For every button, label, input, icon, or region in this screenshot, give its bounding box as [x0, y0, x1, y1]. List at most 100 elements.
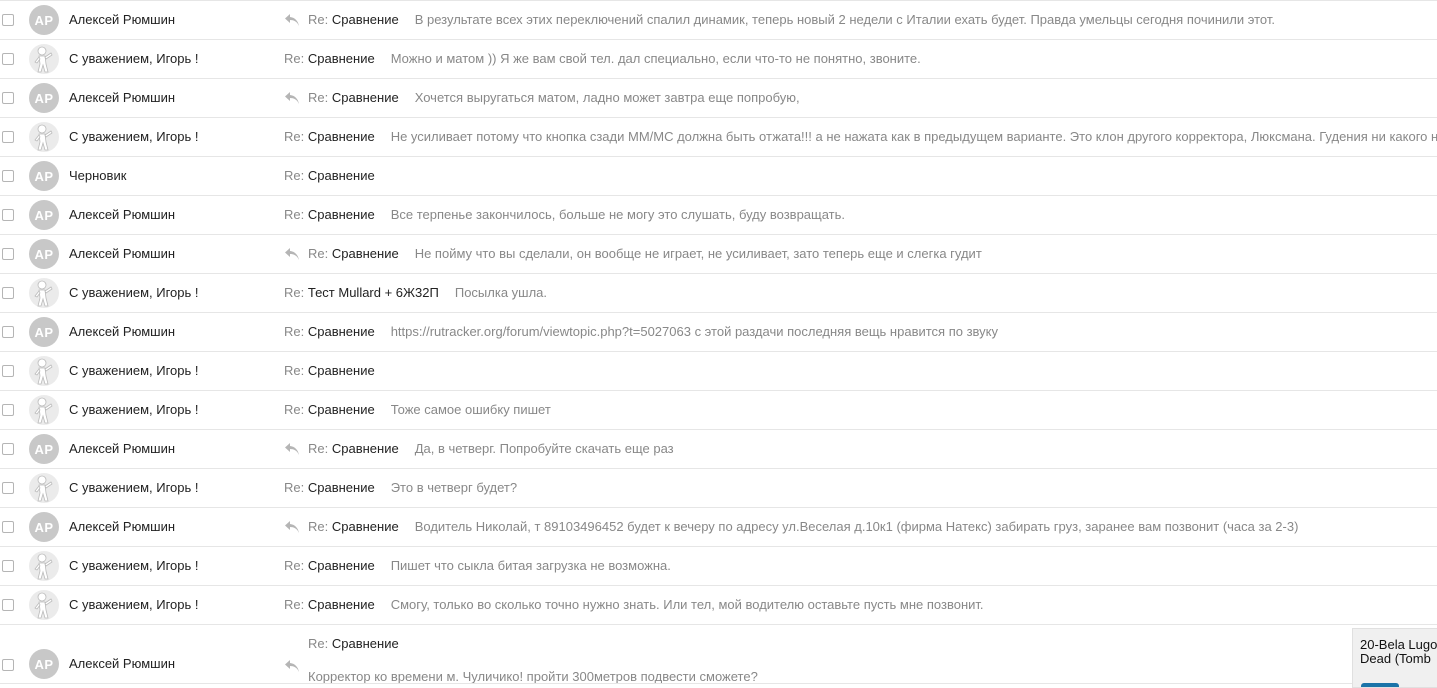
message-row[interactable]: С уважением, Игорь ! Re: Сравнение Не усил…	[0, 118, 1437, 157]
message-row[interactable]: AP Алексей Рюмшин Re: Сравнение Хочется выр…	[0, 79, 1437, 118]
sender-name: Алексей Рюмшин	[69, 12, 176, 27]
re-prefix: Re:	[308, 636, 329, 651]
subject-line: Re: Сравнение https://rutracker.org/forum…	[284, 324, 998, 339]
message-snippet: Это в четверг будет?	[390, 480, 518, 495]
message-row[interactable]: С уважением, Игорь ! Re: Сравнение Можно и…	[0, 40, 1437, 79]
select-checkbox[interactable]	[2, 14, 14, 26]
message-row[interactable]: AP Алексей Рюмшин Re: Сравнение https://rut…	[0, 313, 1437, 352]
subject-line: Re: Тест Mullard + 6Ж32П Посылка ушла.	[284, 285, 547, 300]
subject-text: Тест Mullard + 6Ж32П	[307, 285, 439, 300]
avatar-figure-icon	[29, 122, 59, 152]
subject-text: Сравнение	[307, 129, 375, 144]
re-prefix: Re:	[284, 597, 305, 612]
subject-line: Re: Сравнение Не пойму что вы сделали, он…	[308, 246, 982, 261]
message-row[interactable]: AP Алексей Рюмшин Re: Сравнение Да, в четве…	[0, 430, 1437, 469]
select-checkbox[interactable]	[2, 326, 14, 338]
message-row[interactable]: С уважением, Игорь ! Re: Сравнение	[0, 352, 1437, 391]
re-prefix: Re:	[308, 519, 329, 534]
select-checkbox[interactable]	[2, 53, 14, 65]
avatar-initials: AP	[29, 161, 59, 191]
subject-line: Re: Сравнение Водитель Николай, т 8910349…	[308, 519, 1298, 534]
avatar-figure-icon	[29, 278, 59, 308]
select-checkbox[interactable]	[2, 92, 14, 104]
avatar-figure-icon	[29, 395, 59, 425]
select-checkbox[interactable]	[2, 248, 14, 260]
avatar-initials: AP	[29, 512, 59, 542]
re-prefix: Re:	[284, 558, 305, 573]
message-row[interactable]: С уважением, Игорь ! Re: Сравнение Пишет ч…	[0, 547, 1437, 586]
subject-line: Re: Сравнение	[308, 636, 399, 651]
re-prefix: Re:	[284, 129, 305, 144]
select-checkbox[interactable]	[2, 170, 14, 182]
media-notification-popup[interactable]: 20-Bela Lugo Dead (Tomb	[1352, 628, 1437, 688]
re-prefix: Re:	[308, 12, 329, 27]
select-checkbox[interactable]	[2, 287, 14, 299]
select-checkbox[interactable]	[2, 131, 14, 143]
message-row[interactable]: С уважением, Игорь ! Re: Сравнение Это в ч…	[0, 469, 1437, 508]
subject-line: Re: Сравнение Пишет что сыкла битая загру…	[284, 558, 671, 573]
re-prefix: Re:	[284, 324, 305, 339]
message-row[interactable]: С уважением, Игорь ! Re: Сравнение Смогу, …	[0, 586, 1437, 625]
message-row[interactable]: С уважением, Игорь ! Re: Сравнение Тоже са…	[0, 391, 1437, 430]
select-checkbox[interactable]	[2, 443, 14, 455]
message-row[interactable]: AP Черновик Re: Сравнение	[0, 157, 1437, 196]
re-prefix: Re:	[284, 402, 305, 417]
select-checkbox[interactable]	[2, 404, 14, 416]
avatar-initials: AP	[29, 239, 59, 269]
subject-text: Сравнение	[307, 207, 375, 222]
message-row[interactable]: AP Алексей Рюмшин Re: Сравнение Водитель Ни…	[0, 508, 1437, 547]
message-row[interactable]: AP Алексей Рюмшин Re: Сравнение В результат…	[0, 0, 1437, 40]
sender-name: Алексей Рюмшин	[69, 519, 176, 534]
subject-line: Re: Сравнение Да, в четверг. Попробуйте с…	[308, 441, 674, 456]
popup-action-button[interactable]	[1361, 683, 1399, 687]
select-checkbox[interactable]	[2, 659, 14, 671]
re-prefix: Re:	[308, 90, 329, 105]
replied-arrow-icon	[284, 13, 300, 27]
subject-line: Re: Сравнение Можно и матом )) Я же вам с…	[284, 51, 921, 66]
message-snippet: Хочется выругаться матом, ладно может за…	[414, 90, 800, 105]
re-prefix: Re:	[284, 480, 305, 495]
select-checkbox[interactable]	[2, 521, 14, 533]
subject-text: Сравнение	[331, 12, 399, 27]
sender-name: С уважением, Игорь !	[69, 402, 199, 417]
sender-name: С уважением, Игорь !	[69, 480, 199, 495]
subject-text: Сравнение	[331, 519, 399, 534]
sender-name: С уважением, Игорь !	[69, 558, 199, 573]
subject-line: Re: Сравнение Тоже самое ошибку пишет	[284, 402, 551, 417]
subject-text: Сравнение	[331, 636, 399, 651]
sender-name: С уважением, Игорь !	[69, 129, 199, 144]
avatar-figure-icon	[29, 356, 59, 386]
sender-name: Черновик	[69, 168, 127, 183]
subject-line: Re: Сравнение Это в четверг будет?	[284, 480, 517, 495]
select-checkbox[interactable]	[2, 560, 14, 572]
message-row[interactable]: С уважением, Игорь ! Re: Тест Mullard + 6…	[0, 274, 1437, 313]
message-row[interactable]: AP Алексей Рюмшин Re: Сравнение Корректор к…	[0, 625, 1437, 684]
message-snippet: Да, в четверг. Попробуйте скачать еще ра…	[414, 441, 674, 456]
replied-arrow-icon	[284, 659, 300, 673]
message-row[interactable]: AP Алексей Рюмшин Re: Сравнение Не пойму чт…	[0, 235, 1437, 274]
subject-line: Re: Сравнение	[284, 363, 375, 378]
message-row[interactable]: AP Алексей Рюмшин Re: Сравнение Все терпень…	[0, 196, 1437, 235]
sender-name: Алексей Рюмшин	[69, 656, 176, 671]
message-snippet: Тоже самое ошибку пишет	[390, 402, 551, 417]
avatar-figure-icon	[29, 551, 59, 581]
select-checkbox[interactable]	[2, 365, 14, 377]
subject-line: Re: Сравнение Все терпенье закончилось, б…	[284, 207, 845, 222]
avatar-initials: AP	[29, 649, 59, 679]
select-checkbox[interactable]	[2, 599, 14, 611]
message-list: AP Алексей Рюмшин Re: Сравнение В результат…	[0, 0, 1437, 684]
subject-text: Сравнение	[307, 558, 375, 573]
sender-name: С уважением, Игорь !	[69, 285, 199, 300]
avatar-initials: AP	[29, 200, 59, 230]
select-checkbox[interactable]	[2, 482, 14, 494]
avatar-figure-icon	[29, 44, 59, 74]
select-checkbox[interactable]	[2, 209, 14, 221]
re-prefix: Re:	[284, 285, 305, 300]
message-snippet: Водитель Николай, т 89103496452 будет к …	[414, 519, 1299, 534]
sender-name: С уважением, Игорь !	[69, 51, 199, 66]
sender-name: Алексей Рюмшин	[69, 441, 176, 456]
re-prefix: Re:	[284, 363, 305, 378]
message-snippet: Смогу, только во сколько точно нужно зна…	[390, 597, 984, 612]
replied-arrow-icon	[284, 247, 300, 261]
re-prefix: Re:	[308, 441, 329, 456]
